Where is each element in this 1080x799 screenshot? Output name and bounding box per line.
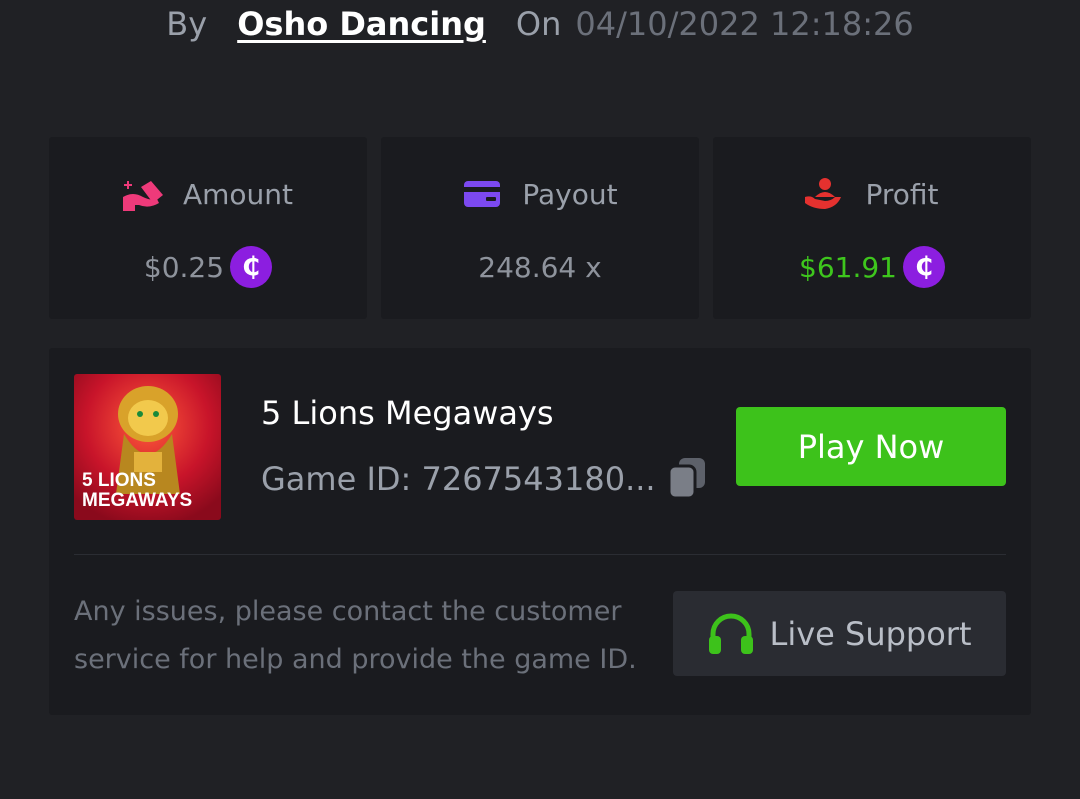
bet-datetime: 04/10/2022 12:18:26 bbox=[575, 5, 914, 43]
on-label: On bbox=[515, 5, 562, 43]
thumbnail-title-line1: 5 LIONS bbox=[82, 470, 156, 491]
amount-label: Amount bbox=[182, 177, 294, 211]
card-icon bbox=[462, 177, 502, 211]
bet-byline: By Osho Dancing On 04/10/2022 12:18:26 bbox=[0, 2, 1080, 46]
help-text: Any issues, please contact the customer … bbox=[74, 596, 637, 675]
game-name: 5 Lions Megaways bbox=[261, 394, 554, 432]
game-panel: 5 LIONS MEGAWAYS 5 Lions Megaways Game I… bbox=[49, 348, 1031, 715]
coin-icon: ₵ bbox=[230, 246, 273, 288]
profit-value: $61.91 bbox=[799, 250, 897, 284]
coin-icon: ₵ bbox=[902, 246, 945, 288]
hand-user-icon bbox=[805, 177, 845, 211]
bet-detail-screen: By Osho Dancing On 04/10/2022 12:18:26 A… bbox=[0, 0, 1080, 799]
play-now-button[interactable]: Play Now bbox=[736, 407, 1006, 486]
hand-coins-icon bbox=[122, 177, 163, 211]
divider bbox=[74, 554, 1006, 555]
payout-header: Payout bbox=[381, 177, 699, 211]
profit-card: Profit $61.91 ₵ bbox=[713, 137, 1031, 319]
live-support-button[interactable]: Live Support bbox=[673, 591, 1006, 676]
profit-value-row: $61.91 ₵ bbox=[713, 245, 1031, 289]
payout-label: Payout bbox=[522, 177, 618, 211]
profit-header: Profit bbox=[713, 177, 1031, 211]
game-thumbnail[interactable]: 5 LIONS MEGAWAYS bbox=[74, 374, 221, 520]
by-label: By bbox=[166, 5, 208, 43]
amount-value: $0.25 bbox=[143, 250, 225, 284]
amount-card: Amount $0.25 ₵ bbox=[49, 137, 367, 319]
payout-card: Payout 248.64 x bbox=[381, 137, 699, 319]
username-link[interactable]: Osho Dancing bbox=[237, 5, 486, 43]
payout-value: 248.64 x bbox=[478, 250, 602, 284]
amount-header: Amount bbox=[49, 177, 367, 211]
thumbnail-title-line2: MEGAWAYS bbox=[82, 490, 192, 511]
profit-label: Profit bbox=[865, 177, 939, 211]
amount-value-row: $0.25 ₵ bbox=[49, 245, 367, 289]
payout-value-row: 248.64 x bbox=[381, 245, 699, 289]
live-support-label: Live Support bbox=[769, 614, 972, 653]
headset-icon bbox=[707, 612, 755, 656]
game-id: Game ID: 7267543180... bbox=[261, 460, 656, 498]
copy-icon[interactable] bbox=[667, 456, 709, 500]
